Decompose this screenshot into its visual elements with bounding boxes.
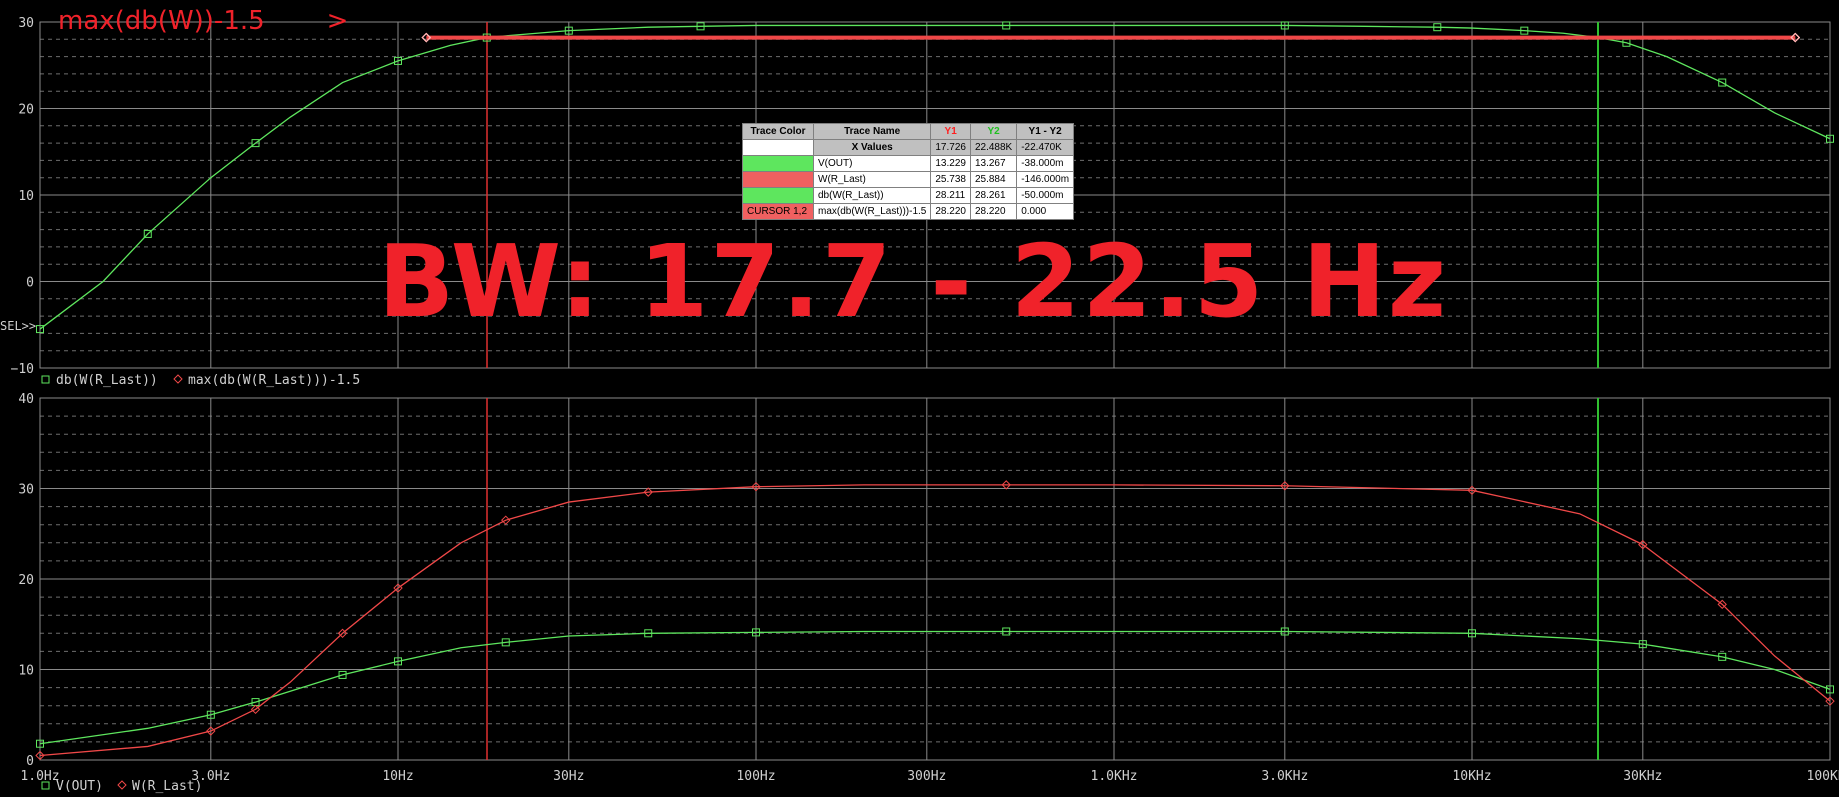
x-tick-label: 1.0Hz bbox=[20, 769, 59, 784]
x-tick-label: 3.0KHz bbox=[1261, 769, 1308, 784]
trace-name: db(W(R_Last)) bbox=[812, 187, 932, 204]
x-tick-label: 300Hz bbox=[907, 769, 946, 784]
y2-value: 22.488K bbox=[969, 139, 1018, 156]
y1-value: 28.211 bbox=[930, 187, 971, 204]
y-tick-label: 20 bbox=[18, 573, 34, 588]
y-tick-label: 20 bbox=[18, 103, 34, 118]
cursor-label: CURSOR 1,2 bbox=[742, 203, 814, 220]
y1-value: 17.726 bbox=[930, 139, 971, 156]
y2-value: 28.220 bbox=[969, 203, 1018, 220]
series-line bbox=[39, 484, 1831, 757]
x-tick-label: 10KHz bbox=[1452, 769, 1491, 784]
arrow-glyph: > bbox=[326, 6, 349, 36]
header-y1-minus-y2: Y1 - Y2 bbox=[1016, 123, 1075, 140]
header-y2: Y2 bbox=[969, 123, 1018, 140]
table-row: X Values 17.726 22.488K -22.470K bbox=[742, 139, 1075, 156]
threshold-annotation: max(db(W))-1.5 > bbox=[58, 6, 348, 36]
y2-value: 13.267 bbox=[969, 155, 1018, 172]
y-tick-label: 40 bbox=[18, 392, 34, 407]
y-tick-label: −10 bbox=[11, 362, 34, 377]
y-tick-label: 30 bbox=[18, 483, 34, 498]
trace-color-swatch bbox=[742, 139, 814, 156]
selection-marker: SEL>> bbox=[0, 319, 36, 333]
y2-value: 25.884 bbox=[969, 171, 1018, 188]
diff-value: 0.000 bbox=[1016, 203, 1075, 220]
table-row: db(W(R_Last)) 28.211 28.261 -50.000m bbox=[742, 187, 1075, 204]
legend-label: V(OUT) bbox=[56, 779, 103, 794]
trace-color-swatch bbox=[742, 171, 814, 188]
simulation-plot: −100102030SEL>>db(W(R_Last)) max(db(W(R_L… bbox=[0, 16, 1839, 794]
legend-marker bbox=[41, 375, 50, 384]
cursor-table-header: Trace Color Trace Name Y1 Y2 Y1 - Y2 bbox=[742, 123, 1075, 140]
diff-value: -146.000m bbox=[1016, 171, 1075, 188]
legend-marker bbox=[173, 374, 183, 384]
x-tick-label: 100Hz bbox=[736, 769, 775, 784]
y1-value: 25.738 bbox=[930, 171, 971, 188]
table-row: V(OUT) 13.229 13.267 -38.000m bbox=[742, 155, 1075, 172]
table-row: CURSOR 1,2 max(db(W(R_Last)))-1.5 28.220… bbox=[742, 203, 1075, 220]
trace-color-swatch bbox=[742, 187, 814, 204]
header-y1: Y1 bbox=[930, 123, 971, 140]
y-tick-label: 0 bbox=[26, 754, 34, 769]
bandwidth-annotation: BW: 17.7 - 22.5 Hz bbox=[378, 223, 1449, 340]
y2-value: 28.261 bbox=[969, 187, 1018, 204]
trace-name: V(OUT) bbox=[812, 155, 932, 172]
x-tick-label: 30KHz bbox=[1623, 769, 1662, 784]
trace-name: W(R_Last) bbox=[812, 171, 932, 188]
y-tick-label: 0 bbox=[26, 276, 34, 291]
x-tick-label: 1.0KHz bbox=[1091, 769, 1138, 784]
header-trace-color: Trace Color bbox=[742, 123, 814, 140]
diff-value: -50.000m bbox=[1016, 187, 1075, 204]
x-tick-label: 10Hz bbox=[382, 769, 413, 784]
legend-label: max(db(W(R_Last)))-1.5 bbox=[188, 373, 360, 388]
y-tick-label: 10 bbox=[18, 189, 34, 204]
legend-label: db(W(R_Last)) bbox=[56, 373, 158, 388]
table-row: W(R_Last) 25.738 25.884 -146.000m bbox=[742, 171, 1075, 188]
y-tick-label: 10 bbox=[18, 664, 34, 679]
y-tick-label: 30 bbox=[18, 16, 34, 31]
trace-color-swatch bbox=[742, 155, 814, 172]
y1-value: 13.229 bbox=[930, 155, 971, 172]
diff-value: -38.000m bbox=[1016, 155, 1075, 172]
trace-name: X Values bbox=[812, 139, 932, 156]
trace-name: max(db(W(R_Last)))-1.5 bbox=[812, 203, 932, 220]
y1-value: 28.220 bbox=[930, 203, 971, 220]
legend-marker bbox=[117, 780, 127, 790]
legend-label: W(R_Last) bbox=[132, 779, 202, 794]
threshold-label: max(db(W))-1.5 bbox=[58, 6, 265, 36]
x-tick-label: 100KHz bbox=[1807, 769, 1839, 784]
x-tick-label: 30Hz bbox=[553, 769, 584, 784]
diff-value: -22.470K bbox=[1016, 139, 1075, 156]
header-trace-name: Trace Name bbox=[812, 123, 932, 140]
cursor-table: Trace Color Trace Name Y1 Y2 Y1 - Y2 X V… bbox=[742, 123, 1075, 220]
